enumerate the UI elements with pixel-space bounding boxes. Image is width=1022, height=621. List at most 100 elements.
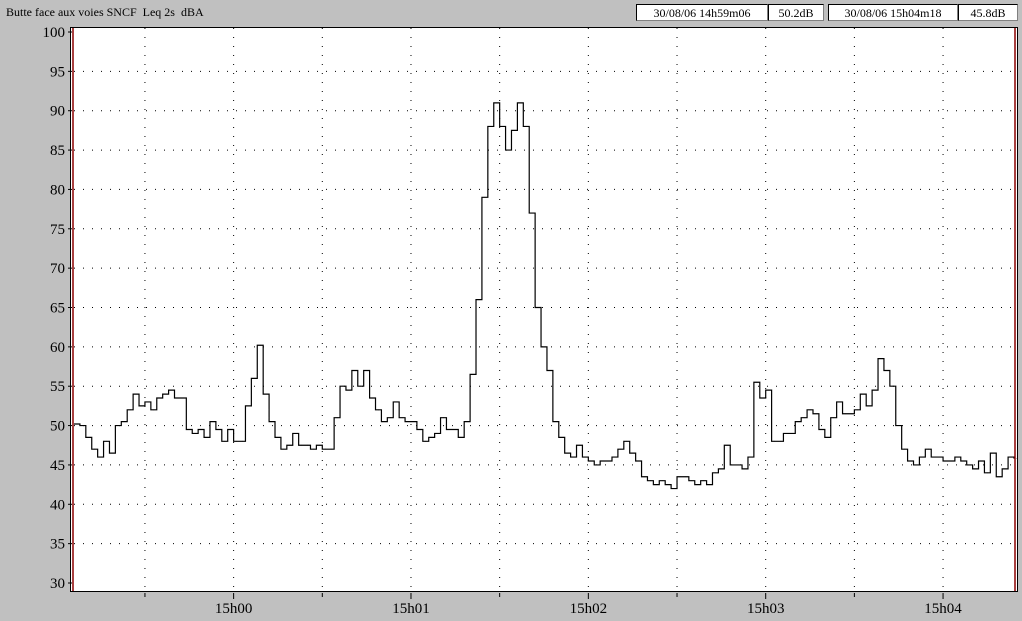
data-point — [490, 126, 492, 127]
data-point — [112, 452, 113, 454]
data-point — [543, 346, 545, 348]
cursors — [72, 28, 1016, 591]
data-point — [898, 425, 900, 426]
data-point — [933, 456, 935, 458]
grid — [74, 28, 1014, 591]
data-point — [318, 444, 320, 446]
data-point — [206, 436, 208, 438]
y-tick-label: 100 — [43, 25, 66, 41]
y-tick-label: 50 — [50, 419, 65, 435]
data-point — [573, 456, 574, 458]
data-point — [567, 452, 569, 454]
data-point — [259, 344, 261, 346]
data-point — [496, 102, 498, 104]
data-point — [82, 425, 84, 426]
data-point — [880, 358, 882, 360]
data-point — [744, 468, 746, 470]
y-tick-label: 40 — [50, 497, 65, 513]
data-point — [313, 448, 314, 450]
data-point — [916, 464, 917, 466]
data-point — [395, 401, 397, 403]
x-tick-label: 15h00 — [215, 601, 253, 617]
data-point — [289, 444, 291, 446]
data-point — [342, 385, 344, 387]
data-point — [874, 389, 876, 391]
data-point — [194, 433, 196, 434]
data-point — [478, 299, 480, 301]
data-point — [301, 444, 303, 446]
data-point — [425, 440, 427, 442]
data-point — [502, 126, 504, 127]
data-point — [330, 448, 332, 450]
y-tick-label: 90 — [50, 104, 65, 120]
data-point — [253, 377, 255, 379]
y-axis-ticks: 30 35 40 45 50 55 60 65 70 75 80 85 90 95 100 — [43, 25, 72, 592]
data-point — [821, 429, 823, 430]
data-point — [419, 429, 421, 430]
data-point — [159, 397, 161, 399]
data-point — [242, 440, 243, 442]
data-point — [998, 476, 1000, 478]
y-tick-label: 65 — [50, 301, 65, 317]
data-point — [679, 476, 681, 478]
data-point — [519, 102, 521, 104]
x-tick-label: 15h02 — [570, 601, 608, 617]
data-point — [1010, 456, 1012, 458]
data-point — [508, 149, 509, 151]
data-point — [141, 405, 143, 407]
data-point — [360, 385, 362, 387]
data-point — [165, 393, 167, 395]
data-point — [283, 448, 285, 450]
data-point — [236, 440, 237, 442]
data-point — [449, 429, 450, 430]
data-point — [443, 417, 444, 419]
data-point — [248, 405, 249, 407]
data-point — [856, 409, 858, 411]
data-point — [1004, 468, 1006, 470]
data-point — [454, 429, 456, 430]
data-point — [602, 460, 604, 462]
data-point — [1016, 458, 1018, 460]
data-point — [366, 370, 368, 371]
data-point — [620, 448, 622, 450]
data-point — [756, 381, 758, 383]
y-tick-label: 60 — [50, 340, 65, 356]
data-point — [839, 401, 840, 403]
data-point — [466, 421, 468, 423]
data-point — [797, 421, 799, 423]
data-point — [608, 460, 610, 462]
data-point — [224, 440, 226, 442]
data-point — [673, 488, 675, 489]
data-point — [336, 417, 338, 419]
data-point — [147, 401, 149, 403]
data-point — [460, 436, 462, 438]
data-point — [762, 397, 764, 399]
data-point — [644, 476, 645, 478]
data-point — [969, 464, 971, 466]
data-point — [963, 460, 965, 462]
data-point — [230, 429, 232, 430]
y-tick-label: 75 — [50, 222, 65, 238]
y-tick-label: 45 — [50, 458, 65, 474]
data-point — [785, 433, 787, 434]
data-point — [720, 468, 722, 470]
data-point — [88, 436, 90, 438]
data-point — [200, 429, 202, 430]
y-tick-label: 70 — [50, 261, 65, 277]
y-tick-label: 30 — [50, 576, 65, 592]
data-point — [472, 374, 474, 375]
x-axis-ticks: 15h00 15h01 15h02 15h03 15h04 — [144, 593, 962, 617]
data-point — [661, 480, 663, 482]
y-tick-label: 85 — [50, 143, 65, 159]
data-point — [271, 421, 273, 423]
data-point — [177, 397, 178, 399]
data-point — [709, 484, 710, 486]
data-point — [555, 421, 557, 423]
data-point — [407, 421, 409, 423]
y-tick-label: 35 — [50, 537, 65, 553]
data-point — [348, 389, 350, 391]
y-tick-label: 95 — [50, 64, 65, 80]
data-point — [590, 460, 592, 462]
data-point — [655, 484, 657, 486]
data-point — [596, 464, 598, 466]
